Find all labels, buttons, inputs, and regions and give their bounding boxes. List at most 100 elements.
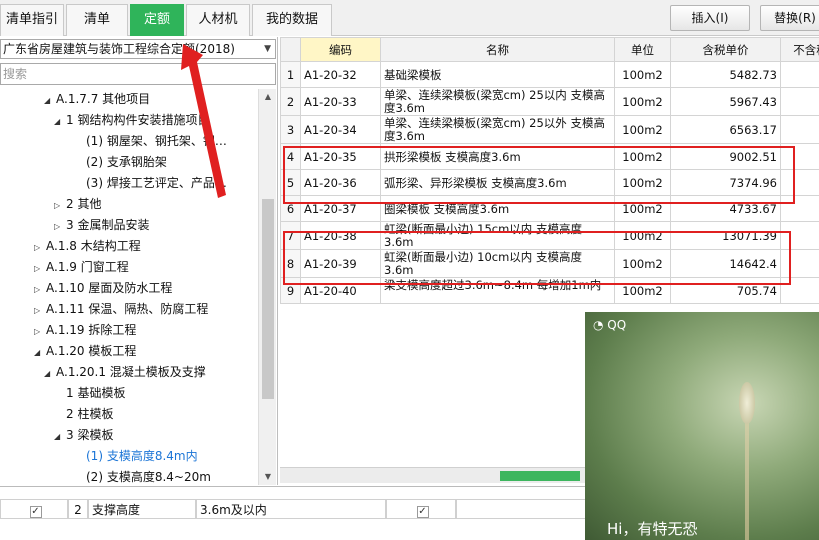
tree-node[interactable]: ▷ A.1.11 保温、隔热、防腐工程 — [34, 299, 208, 320]
tree-node[interactable]: ▷ A.1.19 拆除工程 — [34, 320, 136, 341]
header-name[interactable]: 名称 — [380, 37, 615, 62]
checkbox[interactable]: ✓ — [29, 506, 42, 518]
header-notax[interactable]: 不含税 — [780, 37, 819, 62]
cell-notax[interactable]: 5 — [780, 61, 819, 88]
tree-node-label: A.1.20 模板工程 — [46, 344, 137, 358]
tree-node[interactable]: (1) 钢屋架、钢托架、钢… — [74, 131, 227, 152]
tree-node[interactable]: ◢ A.1.20 模板工程 — [34, 341, 136, 362]
attr-value[interactable]: 3.6m及以内 — [196, 499, 386, 519]
insert-button[interactable]: 插入(I) — [670, 5, 750, 31]
tree-node[interactable]: ▷ A.1.8 木结构工程 — [34, 236, 141, 257]
expanded-icon[interactable]: ◢ — [44, 90, 56, 111]
cell-unit[interactable]: 100m2 — [614, 115, 671, 144]
cell-notax[interactable] — [780, 115, 819, 144]
tree-node-label: 2 其他 — [66, 197, 102, 211]
checkbox[interactable]: ✓ — [416, 506, 429, 518]
tree-node[interactable]: 1 基础模板 — [54, 383, 125, 404]
tree-node-label: A.1.19 拆除工程 — [46, 323, 137, 337]
scroll-thumb[interactable] — [500, 471, 580, 481]
tree-node[interactable]: ▷ 2 其他 — [54, 194, 101, 215]
tree-node-label: A.1.20.1 混凝土模板及支撑 — [56, 365, 206, 379]
header-code[interactable]: 编码 — [300, 37, 381, 62]
tree-node[interactable]: ▷ A.1.9 门窗工程 — [34, 257, 129, 278]
header-index — [280, 37, 301, 62]
collapsed-icon[interactable]: ▷ — [54, 216, 66, 237]
tab-bill[interactable]: 清单 — [66, 4, 128, 36]
tree-node[interactable]: ▷ A.1.10 屋面及防水工程 — [34, 278, 172, 299]
header-price[interactable]: 含税单价 — [670, 37, 781, 62]
expanded-icon[interactable]: ◢ — [34, 342, 46, 363]
tree-node-label: (2) 支承钢胎架 — [86, 155, 167, 169]
tree-node-label: (2) 支模高度8.4~20m — [86, 470, 211, 484]
row-index[interactable]: 2 — [280, 87, 301, 116]
tab-bill-guide[interactable]: 清单指引 — [0, 4, 64, 36]
replace-button[interactable]: 替换(R) — [760, 5, 819, 31]
collapsed-icon[interactable]: ▷ — [34, 300, 46, 321]
checkbox-cell[interactable]: ✓ — [0, 499, 68, 519]
tree-node[interactable]: ◢ 1 钢结构构件安装措施项目 — [54, 110, 209, 131]
tree-node[interactable]: 2 柱模板 — [54, 404, 113, 425]
tree-node-label: A.1.11 保温、隔热、防腐工程 — [46, 302, 209, 316]
row-index[interactable]: 3 — [280, 115, 301, 144]
tree-node-label: (3) 焊接工艺评定、产品… — [86, 176, 227, 190]
tree-node-label: (1) 支模高度8.4m内 — [86, 449, 198, 463]
tab-my-data[interactable]: 我的数据 — [252, 4, 332, 36]
cell-price[interactable]: 5482.73 — [670, 61, 781, 88]
cell-name[interactable]: 单梁、连续梁模板(梁宽cm) 25以外 支模高度3.6m — [380, 115, 615, 144]
library-select[interactable]: 广东省房屋建筑与装饰工程综合定额(2018) ▼ — [0, 39, 276, 59]
tree-node-label: 1 钢结构构件安装措施项目 — [66, 113, 210, 127]
attr-index: 2 — [68, 499, 88, 519]
scroll-up-icon[interactable]: ▲ — [259, 89, 277, 105]
tree-node-label: A.1.7.7 其他项目 — [56, 92, 151, 106]
qq-notification-window[interactable]: ◔ QQ Hi，有特无恐 — [585, 312, 819, 540]
expanded-icon[interactable]: ◢ — [44, 363, 56, 384]
collapsed-icon[interactable]: ▷ — [54, 195, 66, 216]
tree-node[interactable]: (2) 支承钢胎架 — [74, 152, 167, 173]
tree-node-label: 3 金属制品安装 — [66, 218, 150, 232]
tab-quota[interactable]: 定额 — [130, 4, 184, 36]
qq-logo: ◔ QQ — [593, 318, 627, 332]
tree-node[interactable]: ◢ A.1.7.7 其他项目 — [44, 89, 150, 110]
tree-node[interactable]: ▷ 3 金属制品安装 — [54, 215, 149, 236]
tree-node[interactable]: (3) 焊接工艺评定、产品… — [74, 173, 227, 194]
tree-node-label: A.1.9 门窗工程 — [46, 260, 129, 274]
cell-name[interactable]: 基础梁模板 — [380, 61, 615, 88]
expanded-icon[interactable]: ◢ — [54, 111, 66, 132]
tree-scrollbar[interactable]: ▲ ▼ — [258, 89, 276, 485]
attr-extra — [456, 499, 586, 519]
cell-code[interactable]: A1-20-33 — [300, 87, 381, 116]
table-row[interactable]: 3 A1-20-34 单梁、连续梁模板(梁宽cm) 25以外 支模高度3.6m 100… — [280, 115, 819, 144]
tree-node-label: A.1.10 屋面及防水工程 — [46, 281, 173, 295]
annotation-box-rows-4-5 — [283, 146, 795, 204]
partial-row — [0, 483, 280, 493]
collapsed-icon[interactable]: ▷ — [34, 237, 46, 258]
expanded-icon[interactable]: ◢ — [54, 426, 66, 447]
table-row[interactable]: 2 A1-20-33 单梁、连续梁模板(梁宽cm) 25以内 支模高度3.6m 100… — [280, 87, 819, 116]
top-tab-bar: 清单指引 清单 定额 人材机 我的数据 插入(I) 替换(R) — [0, 0, 819, 36]
tree-node-label: 2 柱模板 — [66, 407, 114, 421]
tree-node[interactable]: (1) 支模高度8.4m内 — [74, 446, 198, 467]
search-input[interactable]: 搜索 — [0, 63, 276, 85]
cell-code[interactable]: A1-20-34 — [300, 115, 381, 144]
tree-node[interactable]: ◢ A.1.20.1 混凝土模板及支撑 — [44, 362, 206, 383]
quota-library-panel: 广东省房屋建筑与装饰工程综合定额(2018) ▼ 搜索 ◢ A.1.7.7 其他项… — [0, 37, 278, 485]
cell-unit[interactable]: 100m2 — [614, 87, 671, 116]
cell-name[interactable]: 单梁、连续梁模板(梁宽cm) 25以内 支模高度3.6m — [380, 87, 615, 116]
tab-labor-material[interactable]: 人材机 — [186, 4, 250, 36]
collapsed-icon[interactable]: ▷ — [34, 279, 46, 300]
collapsed-icon[interactable]: ▷ — [34, 321, 46, 342]
chevron-down-icon[interactable]: ▼ — [264, 40, 271, 58]
cell-price[interactable]: 6563.17 — [670, 115, 781, 144]
cell-code[interactable]: A1-20-32 — [300, 61, 381, 88]
header-unit[interactable]: 单位 — [614, 37, 671, 62]
cell-notax[interactable]: 5 — [780, 87, 819, 116]
row-index[interactable]: 1 — [280, 61, 301, 88]
tree-node[interactable]: ◢ 3 梁模板 — [54, 425, 113, 446]
cell-price[interactable]: 5967.43 — [670, 87, 781, 116]
collapsed-icon[interactable]: ▷ — [34, 258, 46, 279]
table-row[interactable]: 1A1-20-32基础梁模板100m25482.735 — [280, 61, 819, 88]
scroll-thumb[interactable] — [262, 199, 274, 399]
attr-checkbox-cell[interactable]: ✓ — [386, 499, 456, 519]
cell-unit[interactable]: 100m2 — [614, 61, 671, 88]
chapter-tree: ◢ A.1.7.7 其他项目 ◢ 1 钢结构构件安装措施项目 (1) 钢屋架、钢托架、钢… — [0, 89, 258, 485]
